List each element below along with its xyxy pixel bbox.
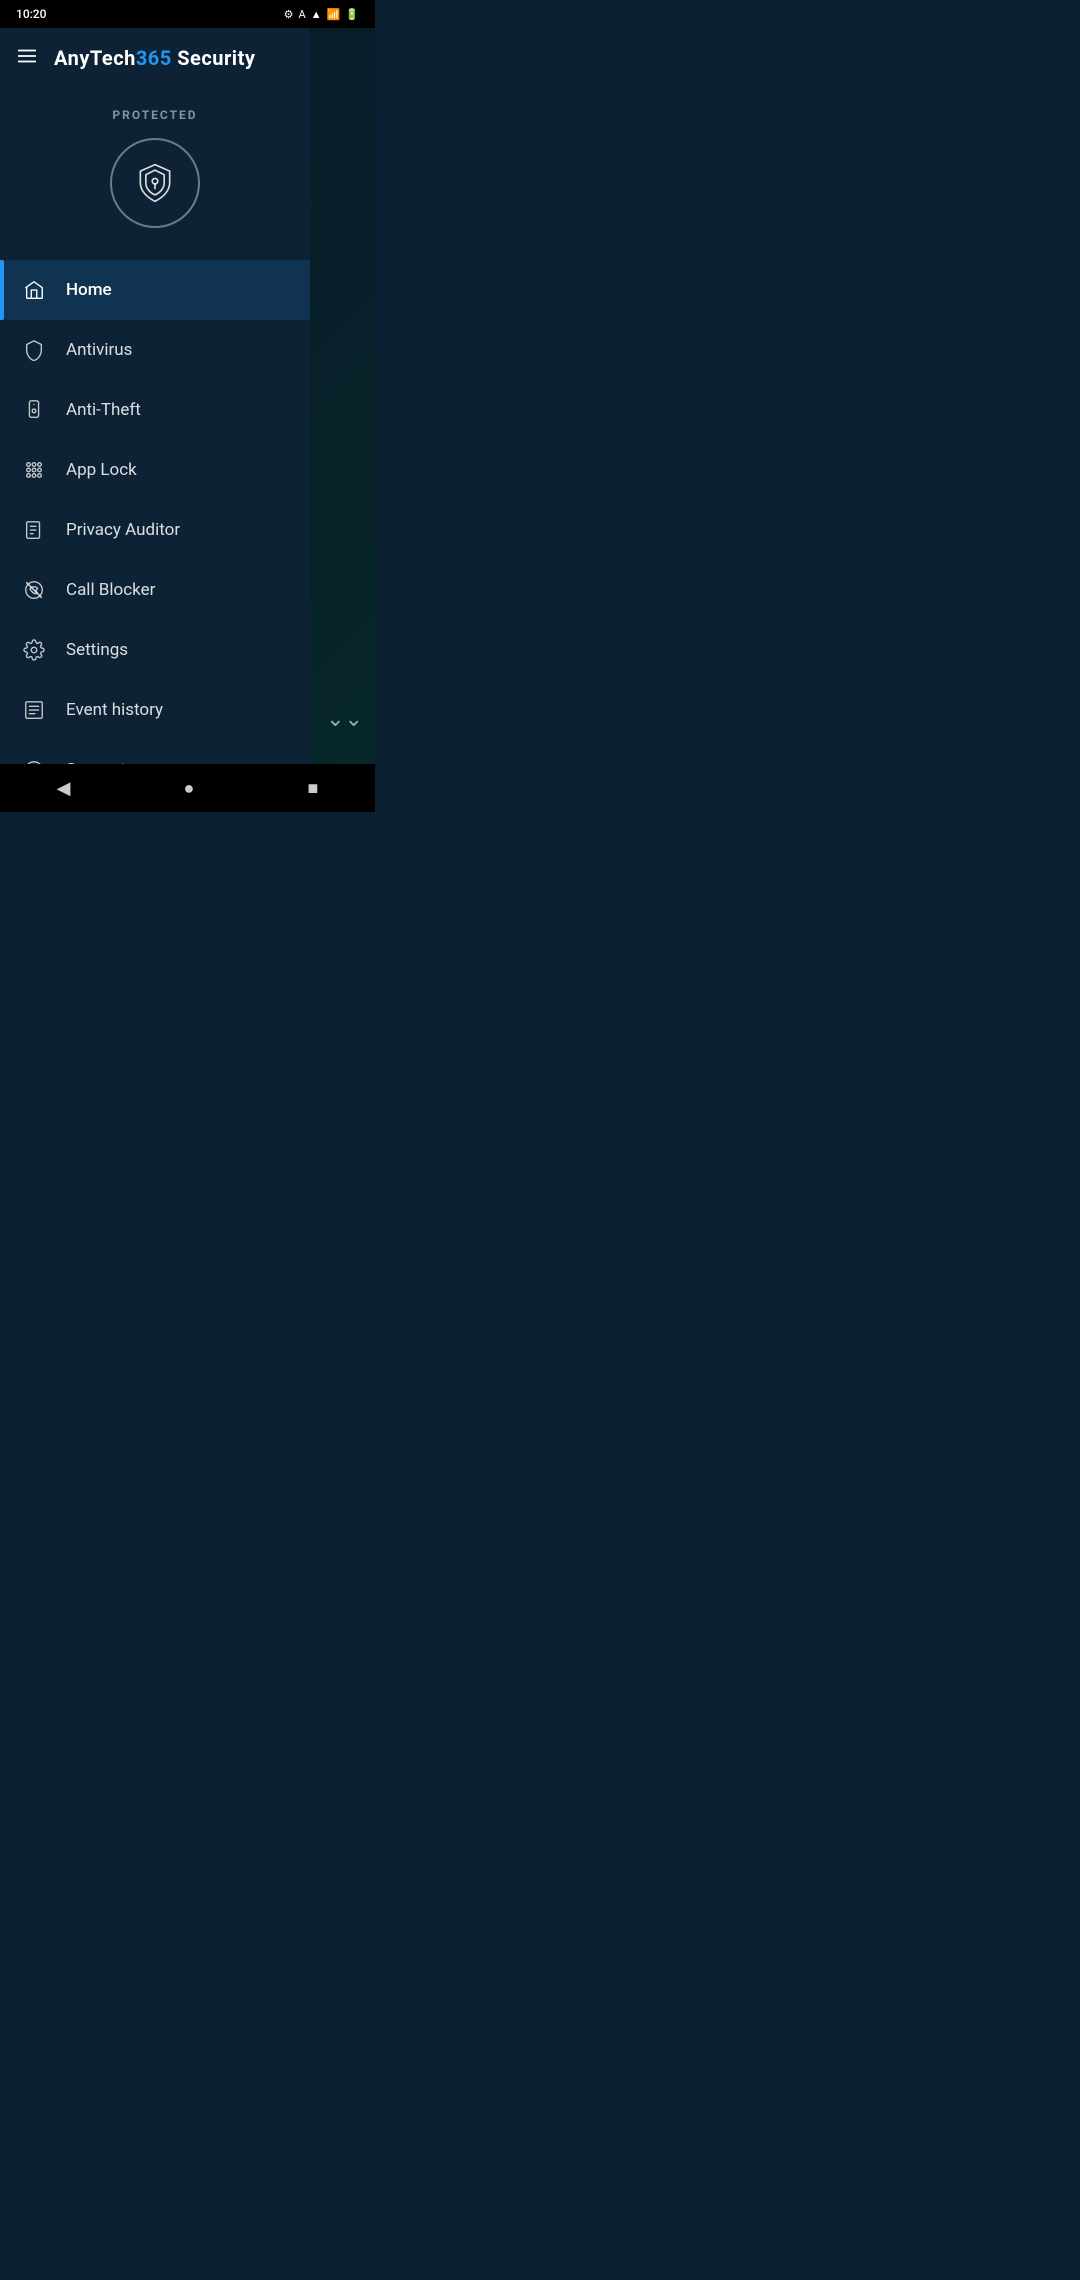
drawer-overlay: [310, 28, 375, 812]
settings-icon: [20, 636, 48, 664]
sidebar-item-home[interactable]: Home: [0, 260, 310, 320]
home-icon: [20, 276, 48, 304]
privacy-auditor-icon: [20, 516, 48, 544]
sidebar-item-privacy-auditor-label: Privacy Auditor: [66, 520, 180, 540]
nav-list: Home Antivirus Anti-Theft: [0, 252, 310, 812]
protected-label: PROTECTED: [112, 108, 197, 122]
sidebar-item-anti-theft-label: Anti-Theft: [66, 400, 141, 420]
sidebar-item-antivirus-label: Antivirus: [66, 340, 132, 360]
nav-drawer: AnyTech365 Security PROTECTED Home: [0, 28, 310, 812]
event-history-icon: [20, 696, 48, 724]
sidebar-item-event-history[interactable]: Event history: [0, 680, 310, 740]
recent-button[interactable]: ■: [288, 770, 339, 807]
sidebar-item-call-blocker-label: Call Blocker: [66, 580, 155, 600]
status-bar: 10:20 ⚙ A ▲ 📶 🔋: [0, 0, 375, 28]
status-icons: ⚙ A ▲ 📶 🔋: [284, 8, 359, 21]
app-lock-icon: [20, 456, 48, 484]
wifi-icon: ▲: [311, 8, 322, 21]
active-indicator: [0, 260, 4, 320]
protected-section: PROTECTED: [0, 88, 310, 252]
settings-status-icon: ⚙: [284, 8, 294, 21]
sidebar-item-app-lock[interactable]: App Lock: [0, 440, 310, 500]
sidebar-item-settings[interactable]: Settings: [0, 620, 310, 680]
menu-icon[interactable]: [16, 45, 38, 72]
app-name-suffix: Security: [172, 46, 256, 70]
sidebar-item-privacy-auditor[interactable]: Privacy Auditor: [0, 500, 310, 560]
sidebar-item-antivirus[interactable]: Antivirus: [0, 320, 310, 380]
antivirus-icon: [20, 336, 48, 364]
a-status-icon: A: [299, 8, 306, 21]
sidebar-item-event-history-label: Event history: [66, 700, 163, 720]
app-title: AnyTech365 Security: [54, 46, 255, 70]
sidebar-item-settings-label: Settings: [66, 640, 128, 660]
status-time: 10:20: [16, 7, 46, 21]
signal-icon: 📶: [327, 8, 341, 21]
app-name-any: AnyTech: [54, 46, 136, 70]
sidebar-item-home-label: Home: [66, 280, 112, 300]
battery-icon: 🔋: [345, 8, 359, 21]
bottom-navigation: ◀ ● ■: [0, 764, 375, 812]
anti-theft-icon: [20, 396, 48, 424]
shield-circle: [110, 138, 200, 228]
sidebar-item-call-blocker[interactable]: Call Blocker: [0, 560, 310, 620]
app-header: AnyTech365 Security: [0, 28, 310, 88]
shield-badge-icon: [133, 161, 177, 205]
app-name-365: 365: [136, 46, 172, 70]
sidebar-item-app-lock-label: App Lock: [66, 460, 137, 480]
chevron-down-icon: ⌄⌄: [326, 707, 363, 732]
home-button[interactable]: ●: [164, 770, 215, 807]
call-blocker-icon: [20, 576, 48, 604]
sidebar-item-anti-theft[interactable]: Anti-Theft: [0, 380, 310, 440]
back-button[interactable]: ◀: [37, 770, 91, 807]
